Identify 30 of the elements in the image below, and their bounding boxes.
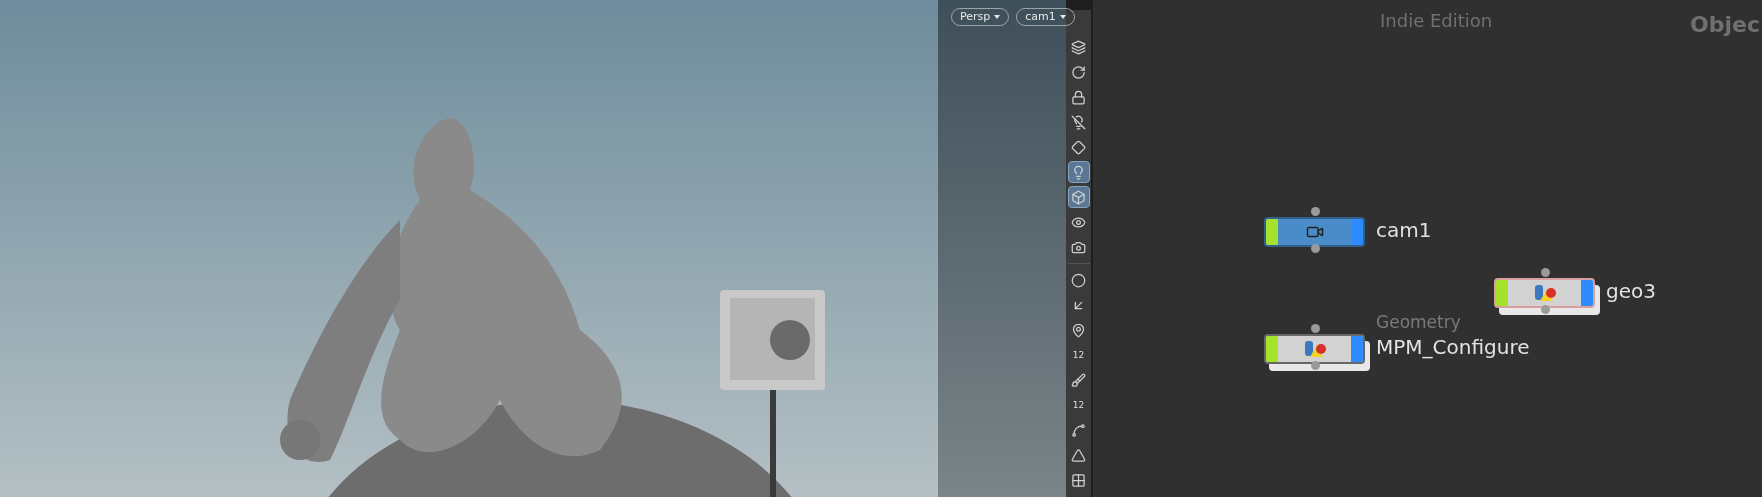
edition-label: Indie Edition xyxy=(1380,9,1493,33)
node-name: MPM_Configure xyxy=(1376,334,1530,361)
light-bulb-icon xyxy=(1071,164,1086,180)
input-connector[interactable] xyxy=(1311,324,1320,333)
node-type-label: Geometry xyxy=(1376,311,1461,334)
tool-button[interactable]: 12 xyxy=(1067,344,1090,366)
node-name: cam1 xyxy=(1376,217,1432,244)
cube-icon xyxy=(1071,189,1086,205)
eye-icon xyxy=(1071,214,1086,230)
camera-icon xyxy=(1071,239,1086,255)
pin-icon xyxy=(1071,322,1086,338)
layers-icon xyxy=(1071,39,1086,55)
brush-icon xyxy=(1071,372,1086,388)
input-connector[interactable] xyxy=(1311,207,1320,216)
tool-button[interactable]: 12 xyxy=(1067,394,1090,416)
rotate-icon xyxy=(1071,64,1086,80)
geometry-node[interactable] xyxy=(1494,278,1595,308)
output-connector[interactable] xyxy=(1311,244,1320,253)
tool-button[interactable] xyxy=(1067,161,1090,183)
context-label: Objec xyxy=(1690,11,1760,39)
bulb-off-icon xyxy=(1071,114,1086,130)
diamond-icon xyxy=(1071,139,1086,155)
tool-button[interactable] xyxy=(1067,186,1090,208)
input-connector[interactable] xyxy=(1541,268,1550,277)
lock-icon xyxy=(1071,89,1086,105)
geometry-node[interactable] xyxy=(1264,334,1365,364)
output-connector[interactable] xyxy=(1311,361,1320,370)
curve-icon xyxy=(1071,422,1086,438)
camera-node[interactable] xyxy=(1264,217,1365,247)
node-name: geo3 xyxy=(1606,278,1656,305)
